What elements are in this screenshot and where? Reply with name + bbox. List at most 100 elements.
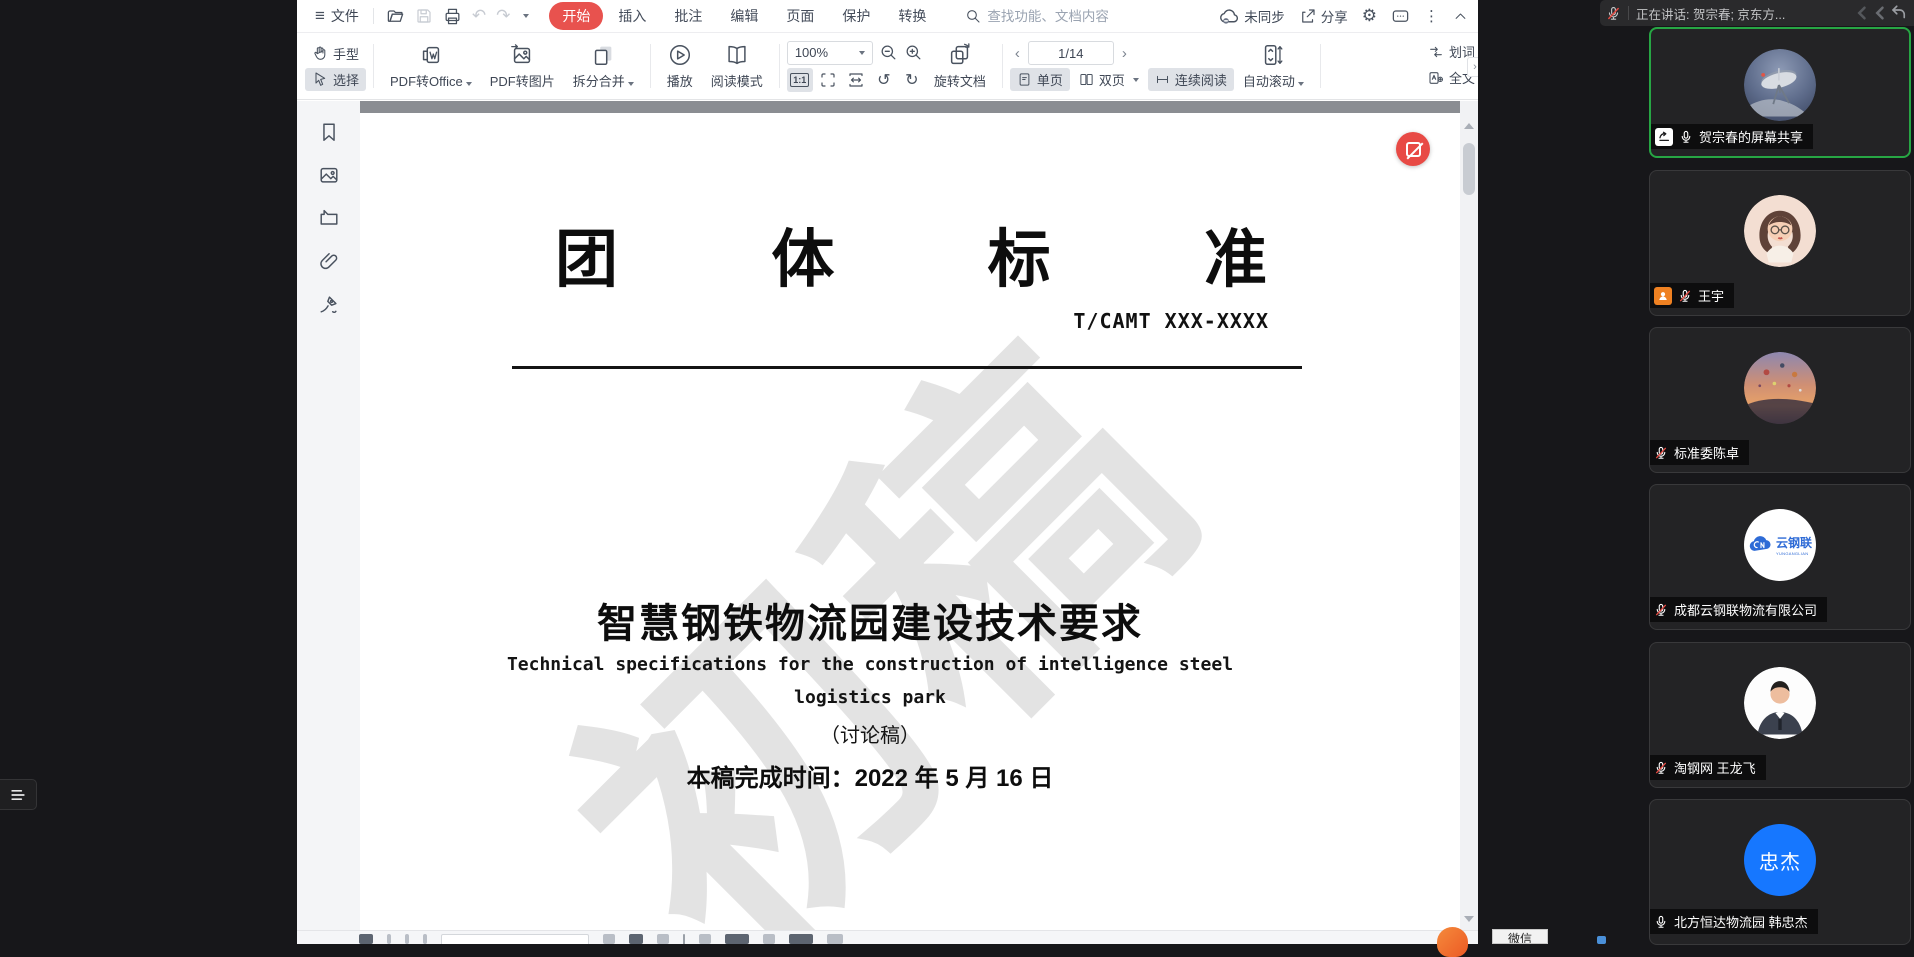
search-input[interactable] (987, 9, 1157, 24)
muted-mic-icon (1654, 603, 1668, 617)
status-icon[interactable] (629, 934, 643, 944)
rotate-cw-icon[interactable]: ↻ (899, 68, 925, 92)
split-merge-label: 拆分合并 (573, 74, 625, 89)
chevron-left-icon[interactable] (1854, 4, 1872, 22)
meeting-status-bar[interactable]: 正在讲话: 贺宗春; 京东方... (1600, 0, 1914, 26)
participant-tile[interactable]: 贺宗春的屏幕共享 (1649, 27, 1911, 158)
page-indicator-input[interactable] (1028, 41, 1114, 65)
search-box[interactable] (965, 8, 1170, 24)
attachments-panel-icon[interactable] (315, 247, 343, 275)
status-icon[interactable] (657, 934, 669, 944)
bookmarks-panel-icon[interactable] (315, 118, 343, 146)
return-arrow-icon[interactable] (1890, 4, 1908, 22)
prev-page-icon[interactable]: ‹ (1010, 45, 1025, 62)
avatar-hot-air-balloons (1744, 352, 1816, 424)
redo-icon[interactable]: ↷ (496, 6, 510, 26)
collapse-ribbon-icon[interactable] (1453, 9, 1468, 24)
open-folder-icon[interactable] (386, 7, 405, 26)
pdf-to-image-button[interactable]: PDF转图片 (481, 39, 564, 93)
divider (1628, 6, 1629, 20)
toolbar-overflow-button[interactable]: › (1467, 57, 1478, 77)
undo-icon[interactable]: ↶ (472, 6, 486, 26)
document-title: 智慧钢铁物流园建设技术要求 (360, 591, 1380, 649)
participant-tile[interactable]: 云钢联 YUNGANGLIAN 成都云钢联物流有限公司 (1649, 484, 1911, 630)
scrollbar-thumb[interactable] (1463, 143, 1475, 195)
signature-panel-icon[interactable] (315, 290, 343, 318)
quick-access-caret-icon[interactable] (523, 14, 529, 18)
next-page-icon[interactable]: › (1117, 45, 1132, 62)
tab-insert[interactable]: 插入 (605, 2, 659, 30)
status-icon[interactable] (699, 934, 711, 944)
hand-tool-button[interactable]: 手型 (305, 42, 366, 65)
tab-home[interactable]: 开始 (549, 2, 603, 30)
rotate-ccw-icon[interactable]: ↺ (871, 68, 897, 92)
fit-width-icon[interactable] (843, 68, 869, 92)
rotate-document-icon (947, 42, 973, 68)
images-panel-icon[interactable] (315, 161, 343, 189)
vertical-scrollbar[interactable] (1460, 101, 1478, 930)
status-thumbnail-icon[interactable] (359, 934, 373, 944)
kind-char: 团 (555, 209, 618, 300)
zoom-in-icon[interactable] (904, 43, 923, 62)
avatar-satellite-dish (1744, 49, 1816, 121)
participant-name: 北方恒达物流园 韩忠杰 (1674, 912, 1808, 931)
status-icon[interactable] (603, 934, 615, 944)
double-page-label: 双页 (1099, 70, 1125, 89)
print-icon[interactable] (443, 7, 462, 26)
comments-panel-icon[interactable] (315, 204, 343, 232)
draft-note: （讨论稿） (360, 719, 1380, 748)
participant-name: 标准委陈卓 (1674, 443, 1739, 462)
scroll-up-arrow-icon[interactable] (1464, 123, 1474, 129)
taskbar-tooltip: 微信 (1492, 929, 1548, 944)
single-page-button[interactable]: 单页 (1010, 68, 1070, 91)
logo-text: 云钢联 (1776, 534, 1812, 551)
share-button[interactable]: 分享 (1299, 6, 1348, 26)
split-merge-button[interactable]: 拆分合并 (564, 39, 643, 93)
kind-char: 体 (771, 209, 834, 300)
sync-status[interactable]: 未同步 (1219, 6, 1285, 27)
tab-edit[interactable]: 编辑 (717, 2, 771, 30)
status-icon[interactable] (725, 934, 749, 944)
participant-tile[interactable]: 王宇 (1649, 170, 1911, 316)
hand-icon (312, 45, 328, 61)
tab-protect[interactable]: 保护 (829, 2, 883, 30)
continuous-read-button[interactable]: 连续阅读 (1148, 68, 1234, 91)
single-page-label: 单页 (1037, 70, 1063, 89)
auto-scroll-button[interactable]: 自动滚动 (1234, 39, 1313, 93)
tab-comment[interactable]: 批注 (661, 2, 715, 30)
save-icon[interactable] (415, 7, 433, 25)
avatar-initials-text: 忠杰 (1759, 846, 1801, 875)
tab-page[interactable]: 页面 (773, 2, 827, 30)
status-search-field[interactable] (441, 934, 589, 944)
participant-tile[interactable]: 标准委陈卓 (1649, 327, 1911, 473)
zoom-out-icon[interactable] (879, 43, 898, 62)
taskbar-app-icon[interactable] (1437, 927, 1468, 957)
read-mode-button[interactable]: 阅读模式 (702, 39, 772, 93)
fit-page-icon[interactable] (815, 68, 841, 92)
double-page-button[interactable]: 双页 (1072, 68, 1146, 91)
play-button[interactable]: 播放 (658, 39, 702, 93)
desktop-panel-toggle[interactable] (0, 779, 37, 810)
pdf-page[interactable]: 初稿 团 体 标 准 T/CAMT XXX-XXXX 智慧钢铁物流园建设技术要求… (360, 113, 1460, 930)
kind-char: 准 (1204, 209, 1267, 300)
file-menu[interactable]: ≡ 文件 (307, 6, 367, 26)
select-tool-button[interactable]: 选择 (305, 68, 366, 91)
zoom-level-select[interactable]: 100% (787, 41, 873, 65)
avatar-illustrated-woman (1744, 195, 1816, 267)
more-menu-icon[interactable]: ⋮ (1424, 7, 1439, 25)
feedback-bubble-icon[interactable] (1391, 7, 1410, 26)
status-icon[interactable] (763, 934, 775, 944)
status-icon[interactable] (789, 934, 813, 944)
tab-convert[interactable]: 转换 (885, 2, 939, 30)
participant-tile[interactable]: 淘钢网 王龙飞 (1649, 642, 1911, 788)
settings-gear-icon[interactable]: ⚙ (1362, 6, 1377, 26)
auto-scroll-label: 自动滚动 (1243, 74, 1295, 89)
participant-tile[interactable]: 忠杰 北方恒达物流园 韩忠杰 (1649, 799, 1911, 945)
scroll-down-arrow-icon[interactable] (1464, 916, 1474, 922)
actual-size-button[interactable]: 1:1 (787, 68, 813, 92)
chevron-left-icon[interactable] (1872, 4, 1890, 22)
status-icon[interactable] (827, 934, 843, 944)
rotate-document-button[interactable]: 旋转文档 (925, 39, 995, 93)
document-title-en-line2: logistics park (360, 687, 1380, 708)
pdf-to-office-button[interactable]: PDF转Office (381, 39, 481, 93)
